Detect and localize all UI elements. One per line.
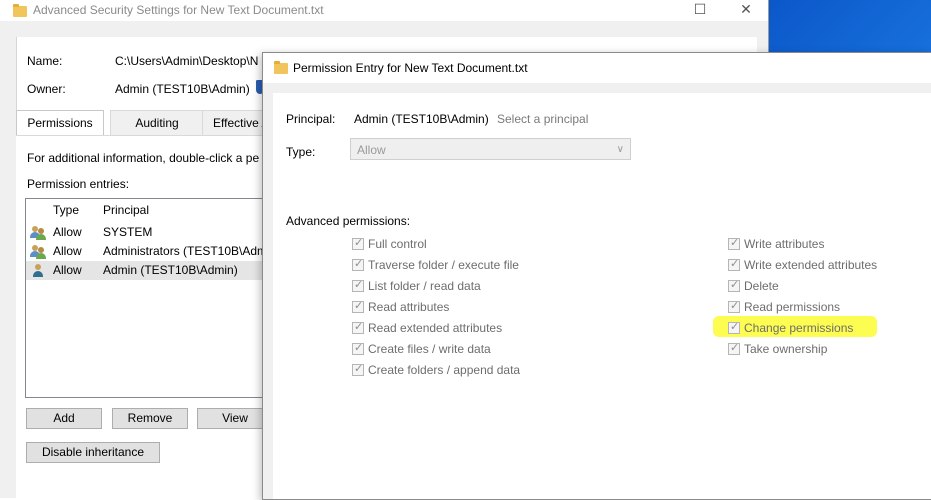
disable-inheritance-button[interactable]: Disable inheritance <box>26 442 160 463</box>
checkbox <box>352 362 364 376</box>
permission-entries-list[interactable]: Type Principal Allow SYSTEM Allow Admini… <box>25 198 267 398</box>
principal-value: Admin (TEST10B\Admin) <box>354 112 489 126</box>
entry-principal: Administrators (TEST10B\Adm <box>103 244 268 258</box>
maximize-button[interactable]: ☐ <box>685 0 715 21</box>
select-principal-link[interactable]: Select a principal <box>497 112 588 126</box>
checkbox <box>352 341 364 355</box>
principal-label: Principal: <box>286 112 336 126</box>
checkbox <box>352 320 364 334</box>
advanced-permissions-section: Advanced permissions: Full control Trave… <box>273 195 931 499</box>
folder-icon <box>13 4 27 17</box>
dialog-title: Permission Entry for New Text Document.t… <box>293 61 528 75</box>
column-header-principal[interactable]: Principal <box>103 203 149 217</box>
column-header-type[interactable]: Type <box>53 203 79 217</box>
users-group-icon <box>30 244 46 260</box>
owner-label: Owner: <box>27 82 66 96</box>
checkbox <box>728 320 740 334</box>
name-value: C:\Users\Admin\Desktop\N <box>115 54 259 68</box>
add-button[interactable]: Add <box>26 408 102 429</box>
checkbox <box>728 299 740 313</box>
entry-type: Allow <box>53 244 82 258</box>
checkbox <box>728 341 740 355</box>
info-text: For additional information, double-click… <box>27 151 260 165</box>
type-select[interactable]: Allow ∨ <box>350 138 631 160</box>
checkbox <box>352 278 364 292</box>
entry-principal: Admin (TEST10B\Admin) <box>103 263 238 277</box>
list-item[interactable]: Allow Administrators (TEST10B\Adm <box>26 242 267 261</box>
user-icon <box>30 263 46 279</box>
list-item[interactable]: Allow SYSTEM <box>26 223 263 242</box>
folder-icon <box>274 61 288 74</box>
dialog-titlebar[interactable]: Permission Entry for New Text Document.t… <box>263 53 931 83</box>
permission-entry-dialog: Permission Entry for New Text Document.t… <box>262 52 931 500</box>
checkbox <box>728 257 740 271</box>
close-button[interactable]: ✕ <box>731 0 761 21</box>
tab-bar: Permissions Auditing Effective A <box>16 110 286 136</box>
users-group-icon <box>30 225 46 241</box>
window-title: Advanced Security Settings for New Text … <box>33 3 324 17</box>
name-label: Name: <box>27 54 63 68</box>
list-item[interactable]: Allow Admin (TEST10B\Admin) <box>26 261 263 280</box>
chevron-down-icon: ∨ <box>616 144 624 155</box>
checkbox <box>728 236 740 250</box>
type-select-value: Allow <box>357 143 386 157</box>
checkbox <box>352 299 364 313</box>
type-label: Type: <box>286 145 316 159</box>
entry-type: Allow <box>53 263 82 277</box>
window-titlebar[interactable]: Advanced Security Settings for New Text … <box>0 0 768 21</box>
entry-principal: SYSTEM <box>103 225 153 239</box>
remove-button[interactable]: Remove <box>112 408 188 429</box>
entries-label: Permission entries: <box>27 177 130 191</box>
checkbox <box>352 236 364 250</box>
owner-value: Admin (TEST10B\Admin) <box>115 82 250 96</box>
checkbox <box>728 278 740 292</box>
advanced-permissions-label: Advanced permissions: <box>286 214 411 228</box>
entry-type: Allow <box>53 225 82 239</box>
tab-auditing[interactable]: Auditing <box>110 110 204 135</box>
tab-permissions[interactable]: Permissions <box>16 110 104 136</box>
checkbox <box>352 257 364 271</box>
